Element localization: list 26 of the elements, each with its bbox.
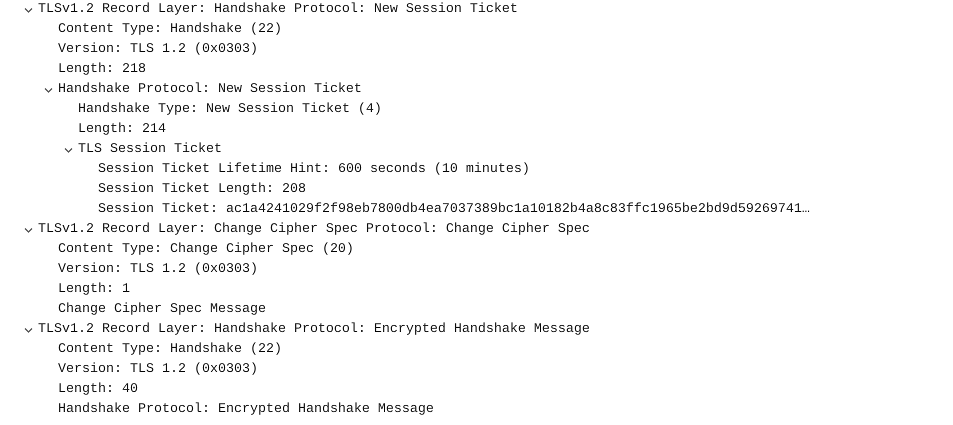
tree-item-label[interactable]: Change Cipher Spec Message (58, 300, 266, 320)
tree-item-label[interactable]: TLS Session Ticket (78, 140, 222, 160)
tree-item-label[interactable]: Length: 218 (58, 60, 146, 80)
tree-item-label[interactable]: Length: 1 (58, 280, 130, 300)
tree-item-label[interactable]: Content Type: Handshake (22) (58, 20, 282, 40)
chevron-down-icon[interactable] (24, 6, 32, 14)
tree-item-label[interactable]: Length: 214 (78, 120, 166, 140)
tree-item-label[interactable]: TLSv1.2 Record Layer: Handshake Protocol: New Session Ticket (38, 0, 518, 20)
tree-item-label[interactable]: Content Type: Change Cipher Spec (20) (58, 240, 354, 260)
tree-item-label[interactable]: Version: TLS 1.2 (0x0303) (58, 40, 258, 60)
tree-item-label[interactable]: Content Type: Handshake (22) (58, 340, 282, 360)
tree-item-label[interactable]: Session Ticket Lifetime Hint: 600 seconds (10 minutes) (98, 160, 530, 180)
chevron-down-icon[interactable] (24, 326, 32, 334)
chevron-down-icon[interactable] (64, 146, 72, 154)
tree-item-label[interactable]: TLSv1.2 Record Layer: Handshake Protocol: Encrypted Handshake Message (38, 320, 590, 340)
tree-item-label[interactable]: TLSv1.2 Record Layer: Change Cipher Spec Protocol: Change Cipher Spec (38, 220, 590, 240)
tree-item-label[interactable]: Session Ticket: ac1a4241029f2f98eb7800db4ea7037389bc1a10182b4a8c83ffc1965be2bd9d59269741… (98, 200, 810, 220)
tree-item-label[interactable]: Handshake Protocol: New Session Ticket (58, 80, 362, 100)
tree-item-label[interactable]: Length: 40 (58, 380, 138, 400)
tree-item-label[interactable]: Version: TLS 1.2 (0x0303) (58, 260, 258, 280)
chevron-down-icon[interactable] (24, 226, 32, 234)
chevron-down-icon[interactable] (44, 86, 52, 94)
tree-item-label[interactable]: Version: TLS 1.2 (0x0303) (58, 360, 258, 380)
tree-item-label[interactable]: Handshake Type: New Session Ticket (4) (78, 100, 382, 120)
tree-item-label[interactable]: Session Ticket Length: 208 (98, 180, 306, 200)
tree-item-label[interactable]: Handshake Protocol: Encrypted Handshake Message (58, 400, 434, 420)
